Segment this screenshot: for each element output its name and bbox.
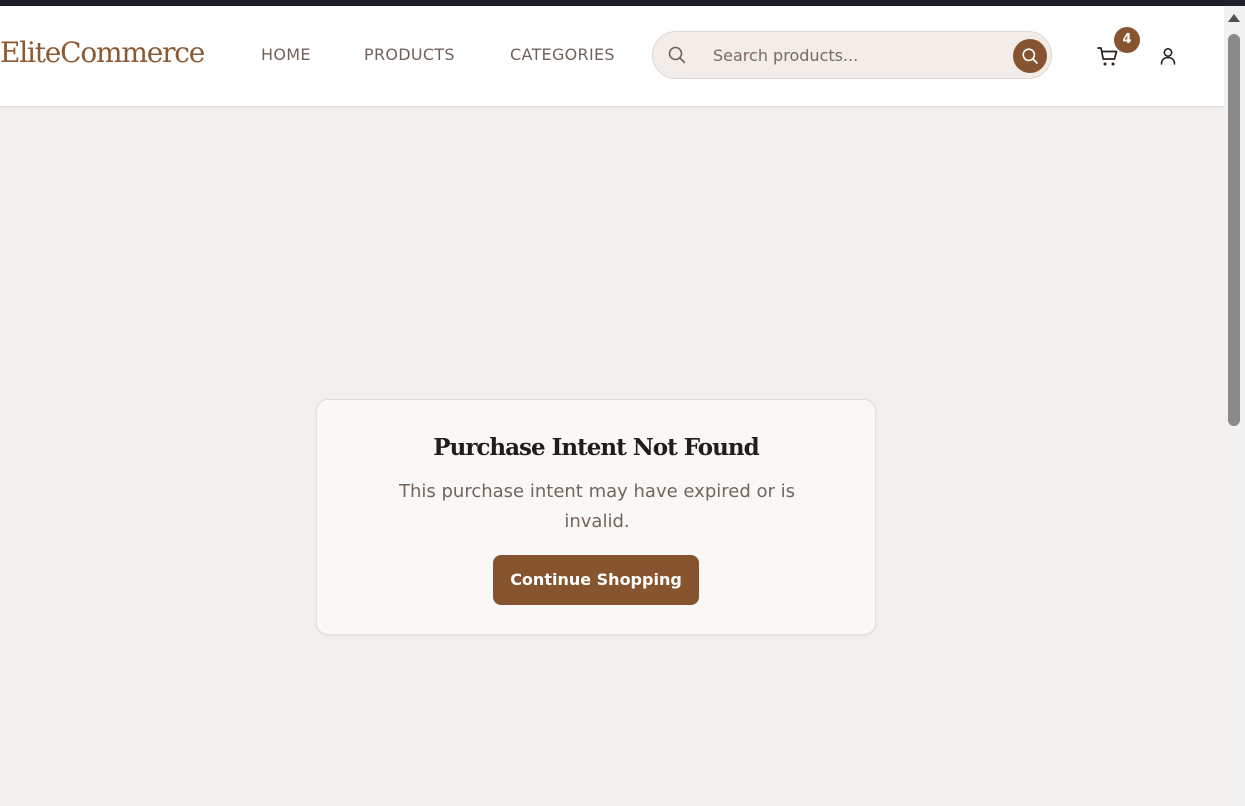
page-title: Purchase Intent Not Found [433,434,759,461]
search-icon [1022,48,1038,64]
search-icon [668,46,686,64]
scroll-thumb[interactable] [1228,34,1240,426]
site-header: EliteCommerce HOME PRODUCTS CATEGORIES 4 [0,6,1224,107]
not-found-card: Purchase Intent Not Found This purchase … [316,399,876,635]
brand-logo[interactable]: EliteCommerce [0,36,205,69]
cart-count-badge: 4 [1114,27,1140,53]
nav-products[interactable]: PRODUCTS [364,45,455,64]
continue-shopping-button[interactable]: Continue Shopping [493,555,699,605]
error-message: This purchase intent may have expired or… [399,481,795,532]
search-submit-button[interactable] [1013,39,1047,73]
nav-home[interactable]: HOME [261,45,311,64]
search-bar [652,31,1052,79]
user-icon[interactable] [1158,46,1178,66]
nav-categories[interactable]: CATEGORIES [510,45,615,64]
search-input[interactable] [713,42,993,68]
scroll-up-arrow-icon[interactable] [1228,14,1240,22]
page-scrollbar[interactable] [1224,6,1245,806]
